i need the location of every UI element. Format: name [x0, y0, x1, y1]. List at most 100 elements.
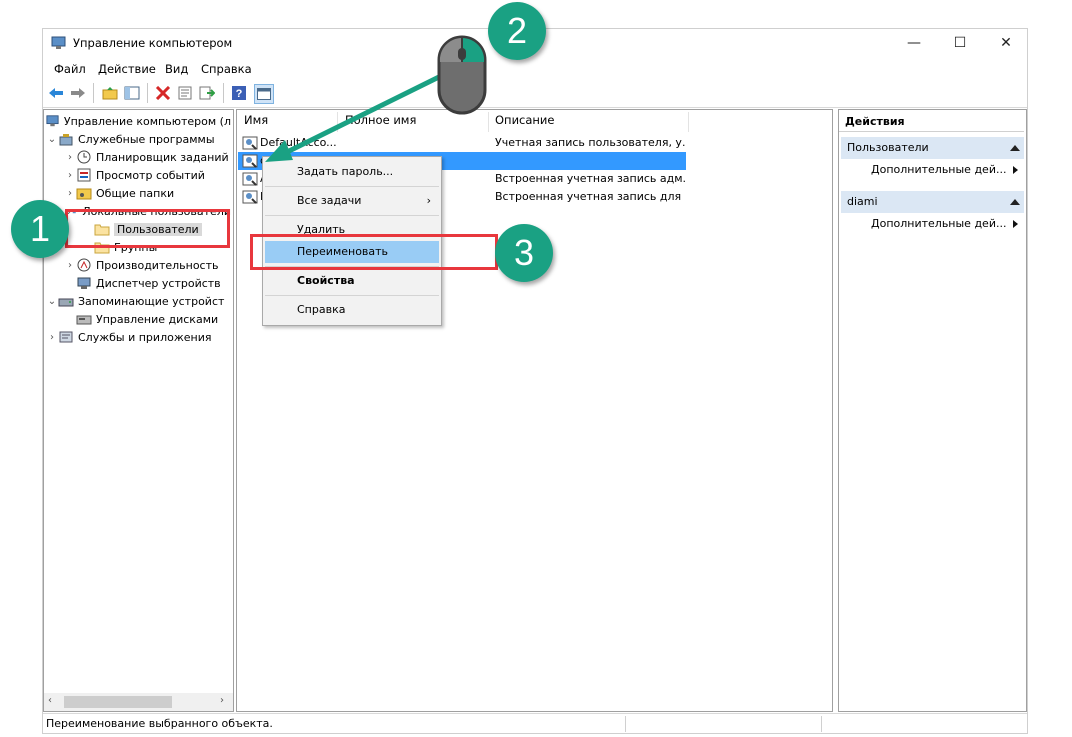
actions-header: Действия — [839, 112, 1024, 132]
column-divider[interactable] — [688, 112, 689, 132]
performance-icon — [77, 258, 91, 272]
tree-item-label: Планировщик заданий — [96, 150, 229, 164]
shared-folder-icon — [76, 188, 92, 200]
delete-icon — [155, 86, 171, 100]
clock-icon — [77, 150, 91, 164]
tree-item[interactable]: › Просмотр событий — [46, 166, 231, 184]
menu-help[interactable]: Справка — [201, 62, 252, 76]
action-section-title: Пользователи — [847, 141, 929, 154]
minimize-icon: — — [907, 35, 921, 51]
tree-horizontal-scrollbar[interactable]: ‹ › — [44, 693, 233, 711]
delete-button[interactable] — [154, 84, 172, 102]
tree-root[interactable]: Управление компьютером (л — [46, 112, 231, 130]
highlight-frame-rename — [250, 234, 498, 270]
cell-description: Встроенная учетная запись для ... — [495, 190, 685, 203]
menu-file[interactable]: Файл — [54, 62, 86, 76]
back-arrow-icon — [49, 88, 63, 98]
up-folder-icon — [102, 87, 118, 100]
computer-management-window: Управление компьютером — ☐ ✕ Файл Действ… — [42, 28, 1028, 734]
close-icon: ✕ — [1000, 35, 1012, 51]
scrollbar-thumb[interactable] — [64, 696, 172, 708]
minimize-button[interactable]: — — [891, 29, 937, 57]
status-bar: Переименование выбранного объекта. — [43, 713, 1027, 734]
tree-item[interactable]: › Планировщик заданий — [46, 148, 231, 166]
back-button[interactable] — [47, 84, 65, 102]
context-menu-item[interactable]: Все задачи › — [263, 190, 441, 212]
tree-item[interactable]: › Общие папки — [46, 184, 231, 202]
device-manager-icon — [77, 277, 91, 289]
step-badge-3: 3 — [495, 224, 553, 282]
tree-item[interactable]: Диспетчер устройств — [46, 274, 231, 292]
maximize-icon: ☐ — [953, 35, 967, 51]
status-divider — [821, 716, 822, 732]
scroll-left-icon[interactable]: ‹ — [48, 695, 52, 706]
menu-separator — [265, 295, 439, 296]
tree-item[interactable]: › Производительность — [46, 256, 231, 274]
context-menu-label: Справка — [297, 303, 346, 316]
toolbar-separator — [147, 83, 148, 103]
show-hide-tree-icon — [124, 86, 140, 100]
toolbar-separator — [93, 83, 94, 103]
show-hide-tree-button[interactable] — [123, 84, 141, 102]
submenu-chevron-icon: › — [426, 194, 431, 207]
action-section-users[interactable]: Пользователи — [841, 137, 1024, 159]
context-menu-item[interactable]: Справка — [263, 299, 441, 321]
context-menu-item[interactable]: Свойства — [263, 270, 441, 292]
action-section-title: diami — [847, 195, 878, 208]
collapse-chevron-icon[interactable]: › — [64, 170, 76, 181]
context-menu-label: Свойства — [297, 274, 355, 287]
user-account-icon — [242, 172, 258, 186]
close-button[interactable]: ✕ — [983, 29, 1029, 57]
annotation-arrow — [265, 71, 448, 162]
tree-item[interactable]: ⌄ Запоминающие устройст — [46, 292, 231, 310]
expand-chevron-icon[interactable]: ⌄ — [46, 134, 58, 145]
properties-button[interactable] — [176, 84, 194, 102]
computer-management-icon — [51, 36, 66, 49]
collapse-chevron-icon[interactable]: › — [64, 260, 76, 271]
tree-item-label: Запоминающие устройст — [78, 294, 225, 308]
tree-item-label: Управление дисками — [96, 312, 219, 326]
collapse-icon[interactable] — [1010, 145, 1020, 151]
tree-item[interactable]: Управление дисками — [46, 310, 231, 328]
maximize-button[interactable]: ☐ — [937, 29, 983, 57]
navigation-tree[interactable]: Управление компьютером (л ⌄ Служебные про… — [43, 109, 234, 712]
menu-action[interactable]: Действие — [98, 62, 156, 76]
action-more-actions[interactable]: Дополнительные дей... — [871, 217, 1006, 230]
user-account-icon — [242, 190, 258, 204]
mouse-icon — [437, 35, 487, 115]
highlight-frame-users — [65, 209, 230, 248]
menu-bar: Файл Действие Вид Справка — [43, 59, 1027, 79]
status-text: Переименование выбранного объекта. — [46, 717, 273, 730]
tools-icon — [59, 134, 73, 146]
action-more-actions[interactable]: Дополнительные дей... — [871, 163, 1006, 176]
action-section-user[interactable]: diami — [841, 191, 1024, 213]
tree-item-label: Службы и приложения — [78, 330, 212, 344]
storage-icon — [58, 298, 74, 307]
forward-arrow-icon — [71, 88, 85, 98]
collapse-chevron-icon[interactable]: › — [64, 152, 76, 163]
collapse-chevron-icon[interactable]: › — [64, 188, 76, 199]
submenu-arrow-icon — [1013, 220, 1018, 228]
step-badge-1: 1 — [11, 200, 69, 258]
toolbar-separator — [223, 83, 224, 103]
tree-item-label: Служебные программы — [78, 132, 215, 146]
cell-description: Учетная запись пользователя, у... — [495, 136, 685, 149]
collapse-chevron-icon[interactable]: › — [46, 332, 58, 343]
step-badge-2: 2 — [488, 2, 546, 60]
tree-item-label: Просмотр событий — [96, 168, 205, 182]
help-button[interactable]: ? — [230, 84, 248, 102]
menu-view[interactable]: Вид — [165, 62, 188, 76]
actions-pane: Действия Пользователи Дополнительные дей… — [838, 109, 1027, 712]
column-header-description[interactable]: Описание — [495, 113, 554, 131]
tree-item[interactable]: › Службы и приложения — [46, 328, 231, 346]
collapse-icon[interactable] — [1010, 199, 1020, 205]
scroll-right-icon[interactable]: › — [220, 695, 224, 706]
expand-chevron-icon[interactable]: ⌄ — [46, 296, 58, 307]
status-divider — [625, 716, 626, 732]
event-viewer-icon — [77, 168, 91, 182]
export-button[interactable] — [198, 84, 216, 102]
tree-item-label: Общие папки — [96, 186, 175, 200]
tree-item[interactable]: ⌄ Служебные программы — [46, 130, 231, 148]
forward-button[interactable] — [69, 84, 87, 102]
up-folder-button[interactable] — [101, 84, 119, 102]
